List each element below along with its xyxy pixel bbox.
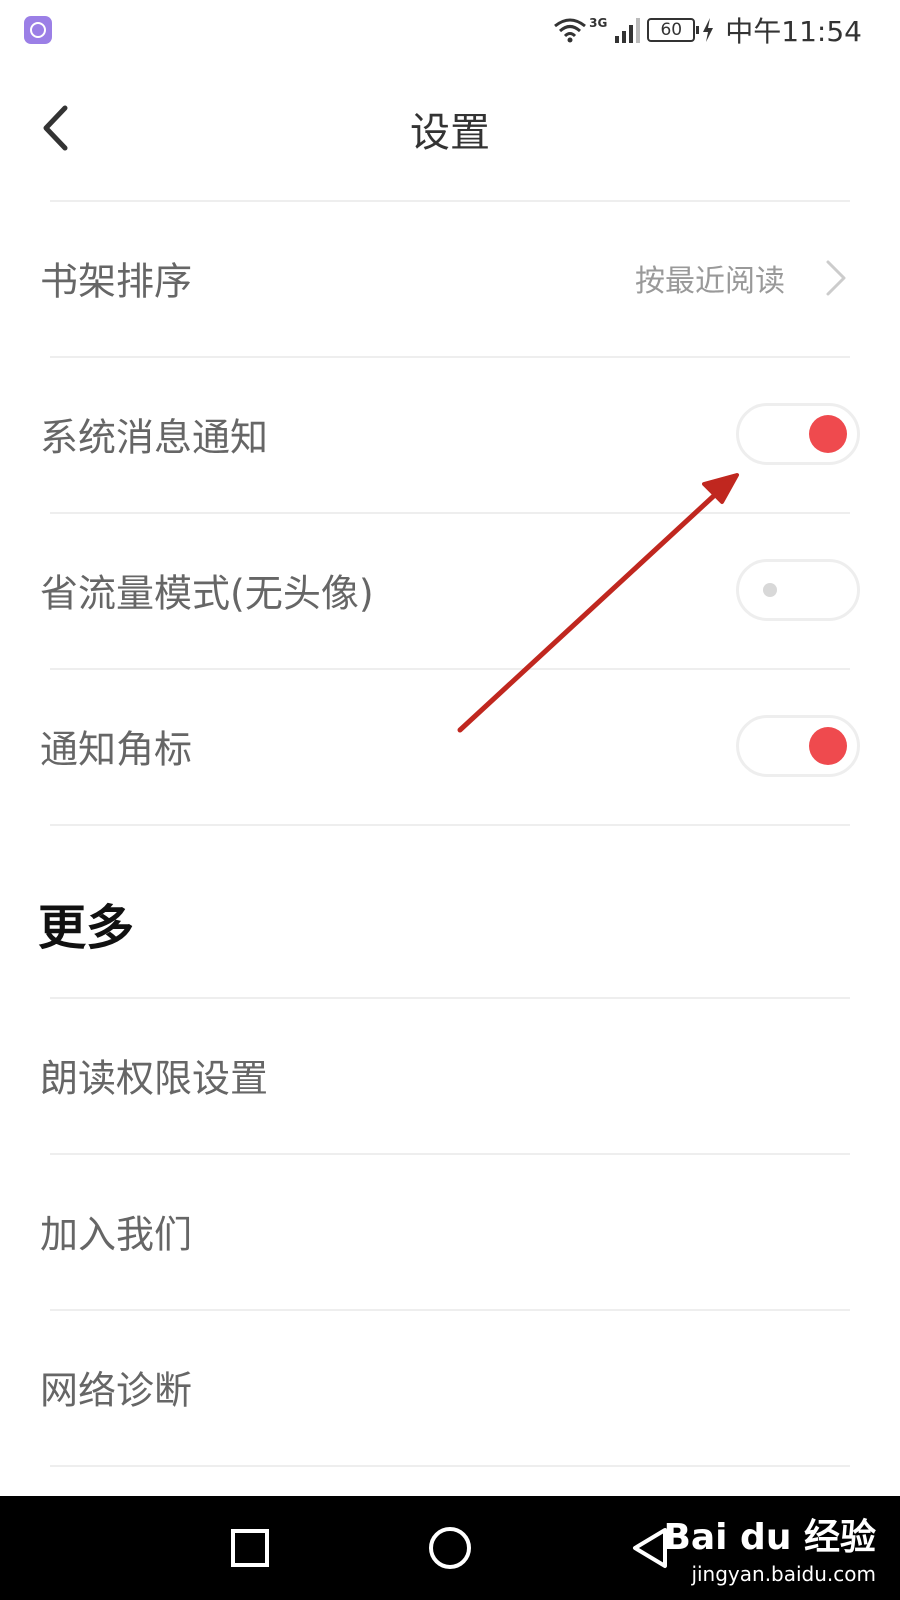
chevron-right-icon xyxy=(826,260,846,296)
signal-strength-icon xyxy=(615,18,641,43)
battery-indicator: 60 xyxy=(647,18,700,42)
more-item-join-us[interactable]: 加入我们 xyxy=(0,1155,900,1307)
square-icon xyxy=(231,1529,269,1567)
divider xyxy=(50,1465,850,1467)
status-bar: 3G 60 中午11:54 xyxy=(0,0,900,60)
setting-label: 加入我们 xyxy=(40,1212,193,1257)
network-type-label: 3G xyxy=(589,16,608,30)
circle-icon xyxy=(429,1527,471,1569)
charging-icon xyxy=(703,18,714,42)
setting-label: 系统消息通知 xyxy=(40,415,269,460)
data-saving-toggle[interactable] xyxy=(736,559,860,621)
setting-label: 省流量模式(无头像) xyxy=(40,571,374,616)
navigation-bar: Bai du 经验 jingyan.baidu.com xyxy=(0,1496,900,1600)
setting-shelf-sort[interactable]: 书架排序 按最近阅读 xyxy=(0,202,900,354)
page-title: 设置 xyxy=(410,110,490,156)
toggle-knob xyxy=(809,415,847,453)
section-title-more: 更多 xyxy=(38,900,135,956)
watermark-logo: Bai du 经验 xyxy=(663,1517,876,1558)
setting-value: 按最近阅读 xyxy=(635,264,785,299)
divider xyxy=(50,824,850,826)
baidu-watermark: Bai du 经验 jingyan.baidu.com xyxy=(663,1504,876,1594)
header: 设置 xyxy=(0,60,900,200)
watermark-url: jingyan.baidu.com xyxy=(691,1562,876,1586)
wifi-icon xyxy=(554,18,587,43)
setting-label: 朗读权限设置 xyxy=(40,1056,269,1101)
app-notification-icon xyxy=(24,16,52,44)
badge-toggle[interactable] xyxy=(736,715,860,777)
more-item-network-diagnosis[interactable]: 网络诊断 xyxy=(0,1311,900,1463)
setting-label: 书架排序 xyxy=(40,259,193,304)
setting-system-notification: 系统消息通知 xyxy=(0,358,900,510)
setting-label: 网络诊断 xyxy=(40,1368,193,1413)
toggle-knob xyxy=(763,583,777,597)
toggle-knob xyxy=(809,727,847,765)
system-notification-toggle[interactable] xyxy=(736,403,860,465)
status-indicators: 3G 60 中午11:54 xyxy=(553,12,862,48)
setting-badge: 通知角标 xyxy=(0,670,900,822)
more-item-read-permission[interactable]: 朗读权限设置 xyxy=(0,999,900,1151)
recent-apps-button[interactable] xyxy=(220,1518,280,1578)
home-button[interactable] xyxy=(420,1518,480,1578)
status-clock: 中午11:54 xyxy=(725,15,862,48)
setting-label: 通知角标 xyxy=(40,727,193,772)
setting-data-saving: 省流量模式(无头像) xyxy=(0,514,900,666)
